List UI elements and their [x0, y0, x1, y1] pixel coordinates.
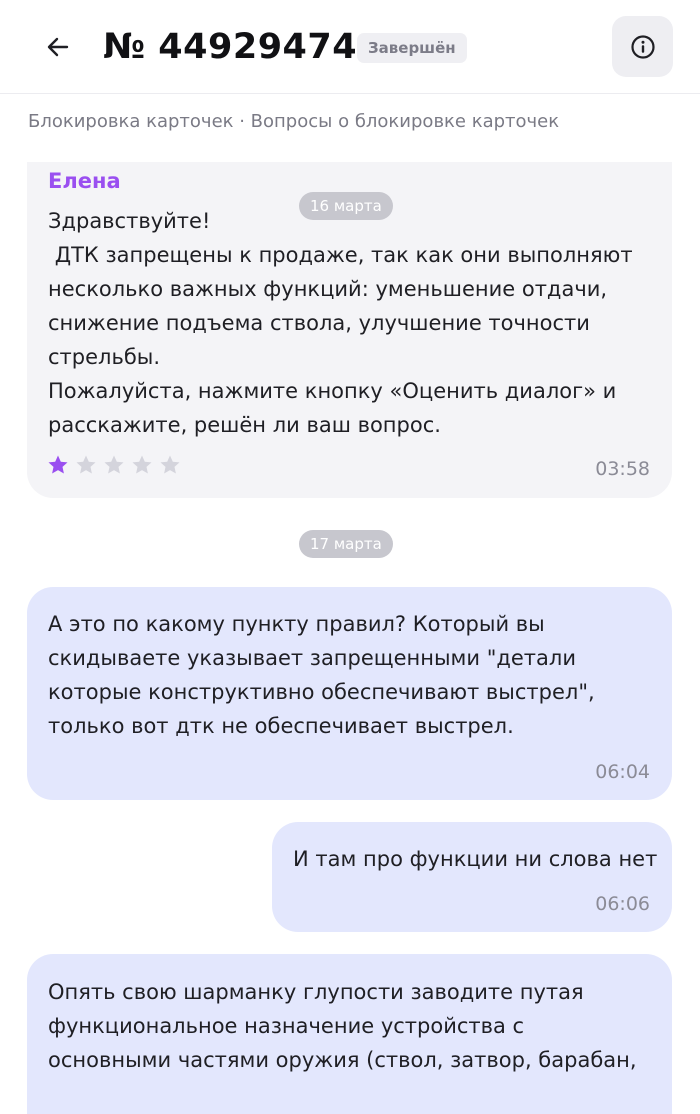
star-empty-icon[interactable]	[130, 453, 154, 477]
sender-name: Елена	[48, 169, 121, 193]
info-icon	[630, 34, 655, 59]
status-badge: Завершён	[357, 33, 467, 63]
info-button[interactable]	[612, 16, 673, 77]
header: № 44929474 Завершён	[0, 0, 700, 94]
message-text: Опять свою шарманку глупости заводите пу…	[48, 980, 637, 1072]
message-text: И там про функции ни слова нет	[293, 847, 658, 871]
rating-stars[interactable]	[46, 453, 182, 477]
page-title: № 44929474	[103, 27, 358, 67]
message-time: 06:06	[595, 893, 650, 915]
user-message: Опять свою шарманку глупости заводите пу…	[27, 954, 672, 1114]
star-empty-icon[interactable]	[102, 453, 126, 477]
star-empty-icon[interactable]	[74, 453, 98, 477]
user-message: А это по какому пункту правил? Который в…	[27, 587, 672, 800]
breadcrumb[interactable]: Блокировка карточек · Вопросы о блокиров…	[28, 110, 559, 134]
date-separator: 17 марта	[299, 530, 393, 558]
arrow-left-icon	[47, 37, 69, 57]
message-text: Здравствуйте! ДТК запрещены к продаже, т…	[48, 209, 633, 437]
star-empty-icon[interactable]	[158, 453, 182, 477]
message-time: 06:04	[595, 761, 650, 783]
date-separator: 16 марта	[299, 192, 393, 220]
back-button[interactable]	[38, 27, 78, 67]
message-text: А это по какому пункту правил? Который в…	[48, 612, 595, 738]
user-message: И там про функции ни слова нет 06:06	[272, 822, 672, 932]
message-time: 03:58	[595, 458, 650, 480]
star-filled-icon[interactable]	[46, 453, 70, 477]
